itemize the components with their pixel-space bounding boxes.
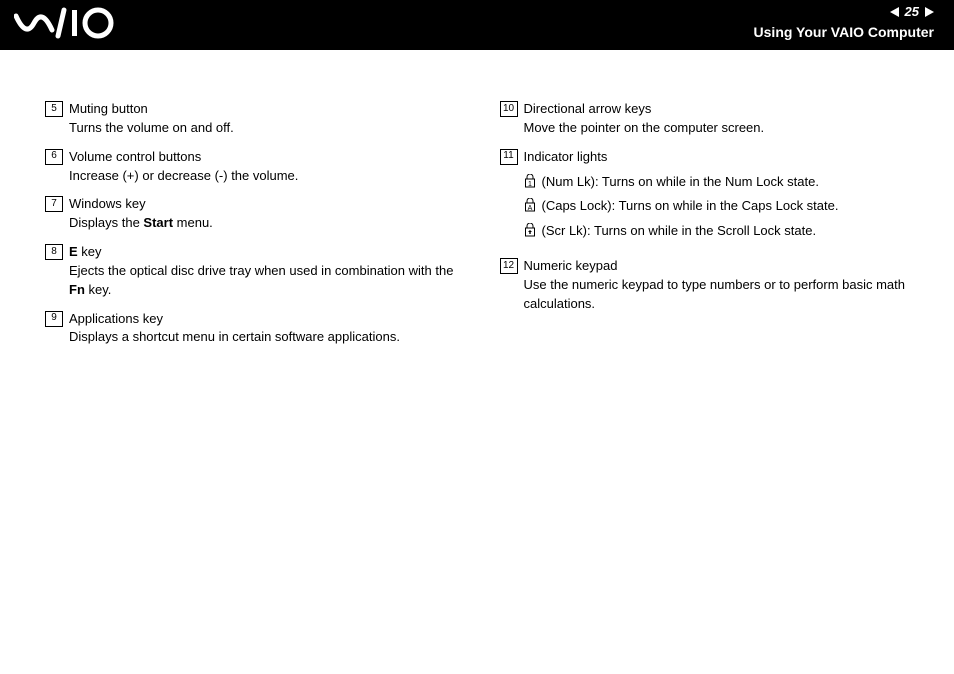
sub-item-text: (Scr Lk): Turns on while in the Scroll L…	[542, 222, 817, 241]
item-title: Applications key	[69, 311, 163, 326]
item-desc: Displays a shortcut menu in certain soft…	[69, 328, 470, 347]
item-number-box: 11	[500, 149, 518, 165]
sub-item-text: (Num Lk): Turns on while in the Num Lock…	[542, 173, 819, 192]
item-body: Directional arrow keys Move the pointer …	[524, 100, 925, 138]
sub-item-text: (Caps Lock): Turns on while in the Caps …	[542, 197, 839, 216]
item-body: Muting button Turns the volume on and of…	[69, 100, 470, 138]
list-item: 7 Windows key Displays the Start menu.	[45, 195, 470, 233]
list-item: 5 Muting button Turns the volume on and …	[45, 100, 470, 138]
list-item: 6 Volume control buttons Increase (+) or…	[45, 148, 470, 186]
item-number-box: 7	[45, 196, 63, 212]
item-desc: Use the numeric keypad to type numbers o…	[524, 276, 925, 314]
content-area: 5 Muting button Turns the volume on and …	[0, 50, 954, 357]
item-title: Numeric keypad	[524, 258, 618, 273]
item-number-box: 9	[45, 311, 63, 327]
item-title: Muting button	[69, 101, 148, 116]
item-body: Indicator lights 1 (Num Lk): Turns on wh…	[524, 148, 925, 247]
item-number-box: 10	[500, 101, 518, 117]
svg-text:A: A	[527, 205, 532, 212]
item-title: Directional arrow keys	[524, 101, 652, 116]
item-number-box: 8	[45, 244, 63, 260]
list-item: 12 Numeric keypad Use the numeric keypad…	[500, 257, 925, 314]
item-body: Applications key Displays a shortcut men…	[69, 310, 470, 348]
item-desc: Turns the volume on and off.	[69, 119, 470, 138]
item-number-box: 12	[500, 258, 518, 274]
vaio-logo	[14, 6, 124, 40]
right-column: 10 Directional arrow keys Move the point…	[500, 100, 925, 357]
item-title: Volume control buttons	[69, 149, 201, 164]
item-desc: Increase (+) or decrease (-) the volume.	[69, 167, 470, 186]
item-body: Windows key Displays the Start menu.	[69, 195, 470, 233]
prev-page-arrow[interactable]	[890, 7, 899, 17]
indicator-sub-list: 1 (Num Lk): Turns on while in the Num Lo…	[524, 173, 925, 242]
next-page-arrow[interactable]	[925, 7, 934, 17]
page-nav: 25	[890, 4, 934, 19]
item-number-box: 5	[45, 101, 63, 117]
item-body: Volume control buttons Increase (+) or d…	[69, 148, 470, 186]
lock-capslock-icon: A	[524, 198, 536, 212]
list-item: 9 Applications key Displays a shortcut m…	[45, 310, 470, 348]
section-title: Using Your VAIO Computer	[754, 24, 934, 40]
item-title: Indicator lights	[524, 149, 608, 164]
list-item: 10 Directional arrow keys Move the point…	[500, 100, 925, 138]
item-title: E key	[69, 244, 102, 259]
list-item: 8 E key Ejects the optical disc drive tr…	[45, 243, 470, 300]
item-title: Windows key	[69, 196, 146, 211]
lock-numlock-icon: 1	[524, 174, 536, 188]
list-item: 11 Indicator lights 1 (Num Lk): Turns on…	[500, 148, 925, 247]
sub-item: (Scr Lk): Turns on while in the Scroll L…	[524, 222, 925, 241]
item-desc: Move the pointer on the computer screen.	[524, 119, 925, 138]
item-number-box: 6	[45, 149, 63, 165]
page-number: 25	[905, 4, 919, 19]
item-desc: Ejects the optical disc drive tray when …	[69, 262, 470, 300]
sub-item: 1 (Num Lk): Turns on while in the Num Lo…	[524, 173, 925, 192]
item-desc: Displays the Start menu.	[69, 214, 470, 233]
item-body: Numeric keypad Use the numeric keypad to…	[524, 257, 925, 314]
left-column: 5 Muting button Turns the volume on and …	[45, 100, 470, 357]
page-header: 25 Using Your VAIO Computer	[0, 0, 954, 50]
sub-item: A (Caps Lock): Turns on while in the Cap…	[524, 197, 925, 216]
lock-scrolllock-icon	[524, 223, 536, 237]
item-body: E key Ejects the optical disc drive tray…	[69, 243, 470, 300]
svg-text:1: 1	[528, 181, 532, 188]
